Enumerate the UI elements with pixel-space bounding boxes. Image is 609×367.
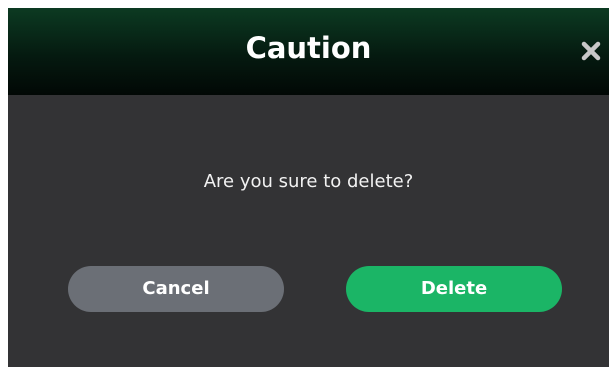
dialog-title: Caution (245, 31, 372, 65)
cancel-button[interactable]: Cancel (68, 266, 284, 312)
close-icon (581, 41, 601, 61)
dialog-header: Caution (8, 8, 609, 95)
delete-button[interactable]: Delete (346, 266, 562, 312)
dialog-message: Are you sure to delete? (203, 171, 414, 192)
confirm-delete-dialog: Caution Are you sure to delete? Cancel D… (8, 8, 609, 367)
close-button[interactable] (576, 36, 606, 66)
